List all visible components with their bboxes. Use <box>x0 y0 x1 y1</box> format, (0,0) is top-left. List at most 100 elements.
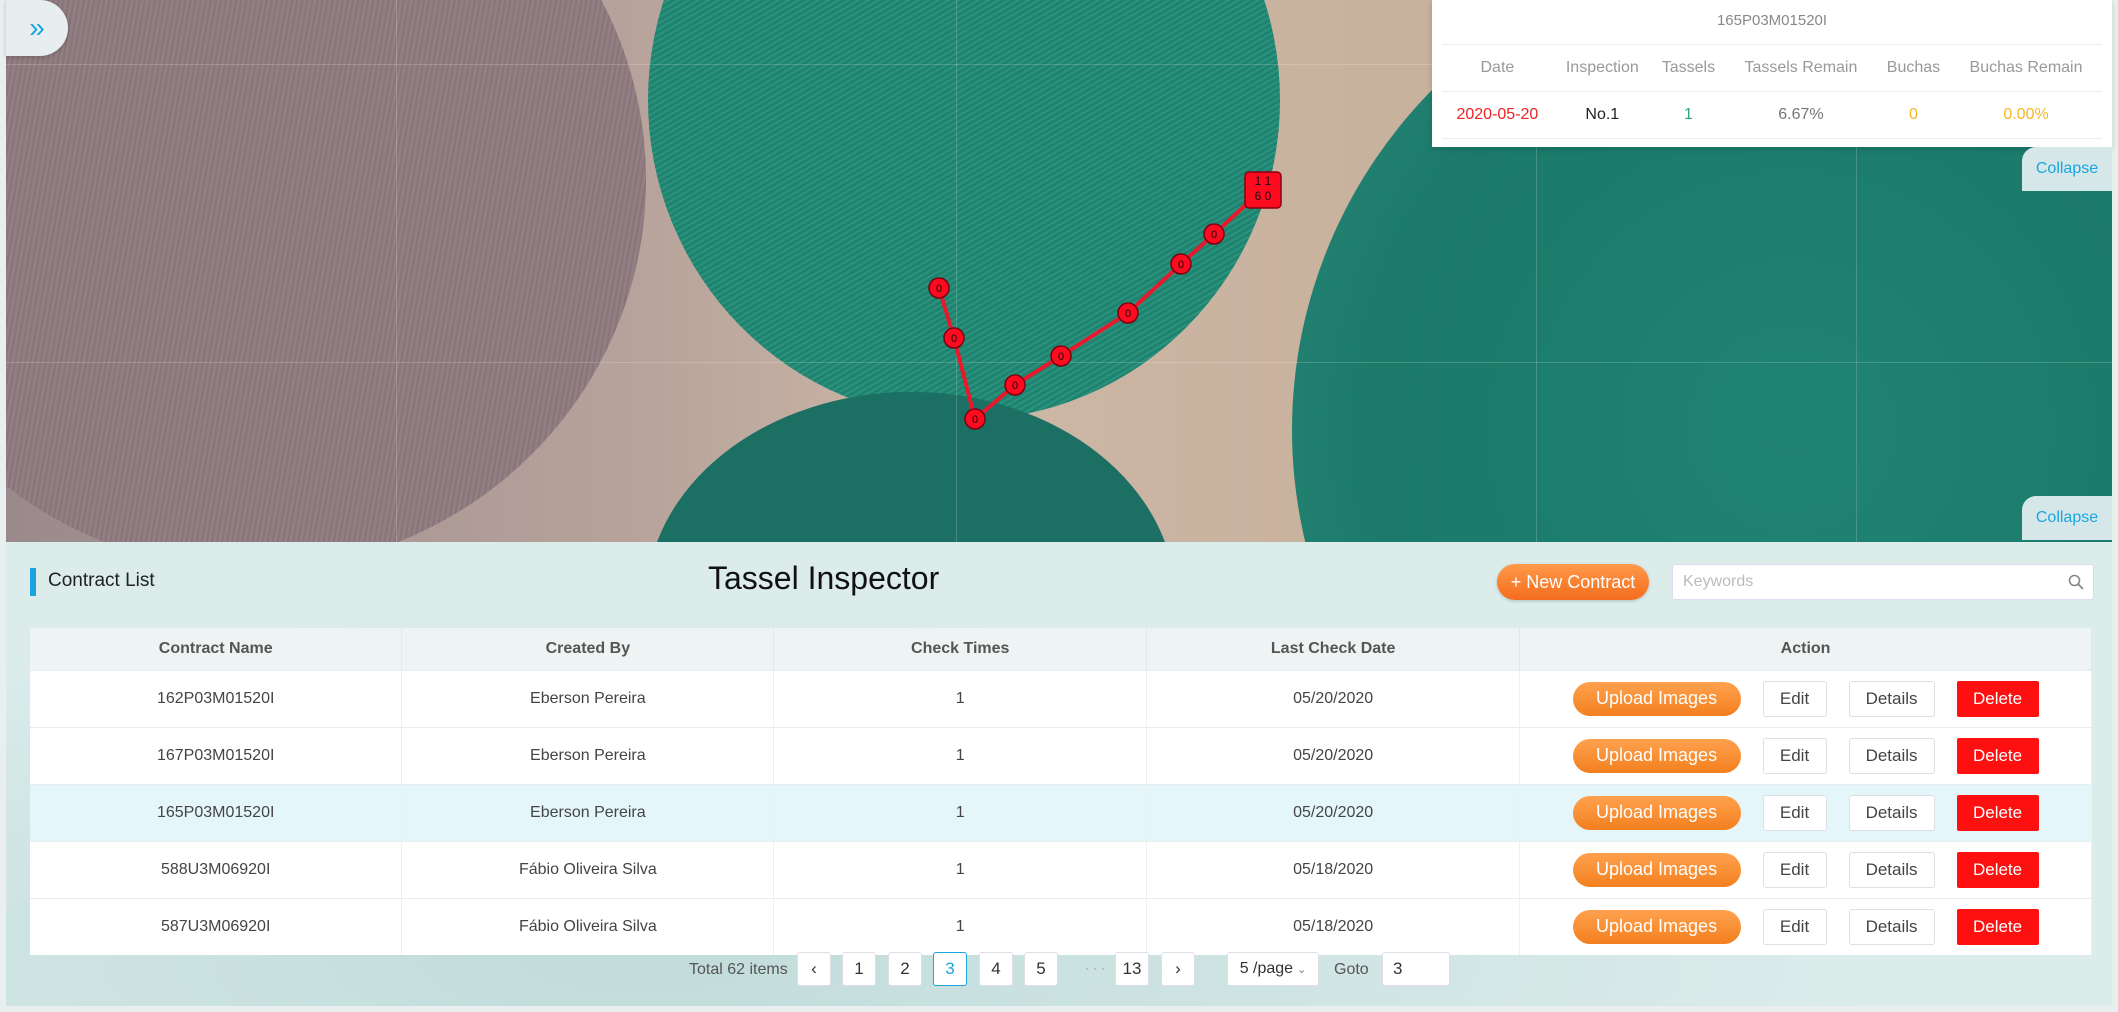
panel-header: Contract List Tassel Inspector + New Con… <box>6 542 2112 622</box>
upload-images-button[interactable]: Upload Images <box>1572 852 1741 887</box>
edit-button[interactable]: Edit <box>1762 852 1827 888</box>
details-button[interactable]: Details <box>1848 795 1935 831</box>
contract-name-cell: 165P03M01520I <box>30 784 403 842</box>
delete-button[interactable]: Delete <box>1956 681 2039 717</box>
info-tassels: 1 <box>1651 91 1725 139</box>
info-header-inspection: Inspection <box>1552 44 1652 92</box>
page-5-button[interactable]: 5 <box>1024 952 1058 986</box>
edit-button[interactable]: Edit <box>1762 909 1827 945</box>
inspection-info-table: Date Inspection Tassels Tassels Remain B… <box>1442 44 2102 139</box>
table-row[interactable]: 165P03M01520I Eberson Pereira 1 05/20/2020 U… <box>30 784 2092 842</box>
search-box[interactable] <box>1672 564 2094 600</box>
track-point-label: 0 <box>1211 229 1217 241</box>
contract-panel: Contract List Tassel Inspector + New Con… <box>6 542 2112 1006</box>
pagination-ellipsis[interactable]: ··· <box>1084 958 1108 979</box>
action-cell: Upload Images Edit Details Delete <box>1519 727 2092 785</box>
collapse-info-button[interactable]: Collapse <box>2022 147 2112 191</box>
delete-button[interactable]: Delete <box>1956 909 2039 945</box>
track-point-label: 0 <box>972 414 978 426</box>
track-point-label: 0 <box>1012 380 1018 392</box>
upload-images-button[interactable]: Upload Images <box>1572 795 1741 830</box>
table-row[interactable]: 167P03M01520I Eberson Pereira 1 05/20/2020 U… <box>30 727 2092 785</box>
info-inspection: No.1 <box>1552 91 1652 139</box>
delete-button[interactable]: Delete <box>1956 852 2039 888</box>
action-cell: Upload Images Edit Details Delete <box>1519 898 2092 955</box>
pagination-total: Total 62 items <box>689 961 788 978</box>
contract-name-cell: 167P03M01520I <box>30 727 403 785</box>
track-end-label-2: 6 0 <box>1255 189 1272 203</box>
created-by-cell: Eberson Pereira <box>401 727 775 785</box>
info-header-buchas: Buchas <box>1876 44 1951 92</box>
section-marker <box>30 568 36 596</box>
info-header-tassels: Tassels <box>1651 44 1725 92</box>
track-point-label: 0 <box>951 333 957 345</box>
page-4-button[interactable]: 4 <box>979 952 1013 986</box>
check-times-cell: 1 <box>773 841 1148 899</box>
page-size-select[interactable]: 5 /page ⌄ <box>1227 952 1319 986</box>
info-row: 2020-05-20 No.1 1 6.67% 0 0.00% <box>1442 91 2102 139</box>
column-header-check-times[interactable]: Check Times <box>773 628 1148 671</box>
page-size-value: 5 /page <box>1239 960 1294 977</box>
column-header-created-by[interactable]: Created By <box>401 628 775 671</box>
collapse-map-button[interactable]: Collapse <box>2022 496 2112 540</box>
pagination: Total 62 items ‹ 1 2 3 4 5 ··· 13 › 5 /p… <box>6 950 2112 990</box>
chevron-down-icon: ⌄ <box>1297 963 1307 976</box>
column-header-contract-name[interactable]: Contract Name <box>30 628 403 671</box>
contract-name-cell: 588U3M06920I <box>30 841 403 899</box>
new-contract-button[interactable]: + New Contract <box>1497 564 1649 600</box>
check-times-cell: 1 <box>773 727 1148 785</box>
details-button[interactable]: Details <box>1848 852 1935 888</box>
goto-label: Goto <box>1334 961 1369 978</box>
table-row[interactable]: 162P03M01520I Eberson Pereira 1 05/20/2020 U… <box>30 670 2092 728</box>
edit-button[interactable]: Edit <box>1762 738 1827 774</box>
last-check-date-cell: 05/20/2020 <box>1146 727 1521 785</box>
track-point-label: 0 <box>936 283 942 295</box>
info-header-tassels-remain: Tassels Remain <box>1724 44 1877 92</box>
details-button[interactable]: Details <box>1848 909 1935 945</box>
expand-sidebar-button[interactable]: » <box>6 0 68 56</box>
upload-images-button[interactable]: Upload Images <box>1572 738 1741 773</box>
info-tassels-remain: 6.67% <box>1724 91 1877 139</box>
contract-name-cell: 162P03M01520I <box>30 670 403 728</box>
next-page-button[interactable]: › <box>1161 952 1195 986</box>
table-row[interactable]: 587U3M06920I Fábio Oliveira Silva 1 05/18/2… <box>30 898 2092 955</box>
track-point-label: 0 <box>1178 259 1184 271</box>
inspection-info-panel: 165P03M01520I Date Inspection Tassels Ta… <box>1432 0 2112 147</box>
app: 0 0 0 0 0 0 0 0 1 1 6 0 » 165P03M01520I Date In… <box>0 0 2118 1012</box>
edit-button[interactable]: Edit <box>1762 795 1827 831</box>
track-end-label-1: 1 1 <box>1255 174 1272 188</box>
info-header-date: Date <box>1442 44 1553 92</box>
app-title: Tassel Inspector <box>708 560 940 596</box>
prev-page-button[interactable]: ‹ <box>797 952 831 986</box>
column-header-action: Action <box>1519 628 2092 671</box>
page-3-button[interactable]: 3 <box>933 952 967 986</box>
page-13-button[interactable]: 13 <box>1115 952 1149 986</box>
last-check-date-cell: 05/20/2020 <box>1146 670 1521 728</box>
created-by-cell: Eberson Pereira <box>401 784 775 842</box>
track-point-label: 0 <box>1058 351 1064 363</box>
details-button[interactable]: Details <box>1848 681 1935 717</box>
search-input[interactable] <box>1681 570 2055 594</box>
details-button[interactable]: Details <box>1848 738 1935 774</box>
created-by-cell: Fábio Oliveira Silva <box>401 898 775 955</box>
goto-page-input[interactable] <box>1382 952 1450 986</box>
contract-list-title: Contract List <box>48 570 155 591</box>
track-point-label: 0 <box>1125 308 1131 320</box>
check-times-cell: 1 <box>773 784 1148 842</box>
page-2-button[interactable]: 2 <box>888 952 922 986</box>
info-header-buchas-remain: Buchas Remain <box>1950 44 2102 92</box>
upload-images-button[interactable]: Upload Images <box>1572 909 1741 944</box>
search-icon[interactable] <box>2067 573 2085 591</box>
upload-images-button[interactable]: Upload Images <box>1572 681 1741 716</box>
page-1-button[interactable]: 1 <box>842 952 876 986</box>
table-row[interactable]: 588U3M06920I Fábio Oliveira Silva 1 05/18/2… <box>30 841 2092 899</box>
edit-button[interactable]: Edit <box>1762 681 1827 717</box>
action-cell: Upload Images Edit Details Delete <box>1519 670 2092 728</box>
created-by-cell: Eberson Pereira <box>401 670 775 728</box>
column-header-last-check-date[interactable]: Last Check Date <box>1146 628 1521 671</box>
info-date: 2020-05-20 <box>1442 91 1553 139</box>
contract-table-wrapper: Contract Name Created By Check Times Las… <box>30 628 2092 955</box>
contract-name-cell: 587U3M06920I <box>30 898 403 955</box>
delete-button[interactable]: Delete <box>1956 795 2039 831</box>
delete-button[interactable]: Delete <box>1956 738 2039 774</box>
